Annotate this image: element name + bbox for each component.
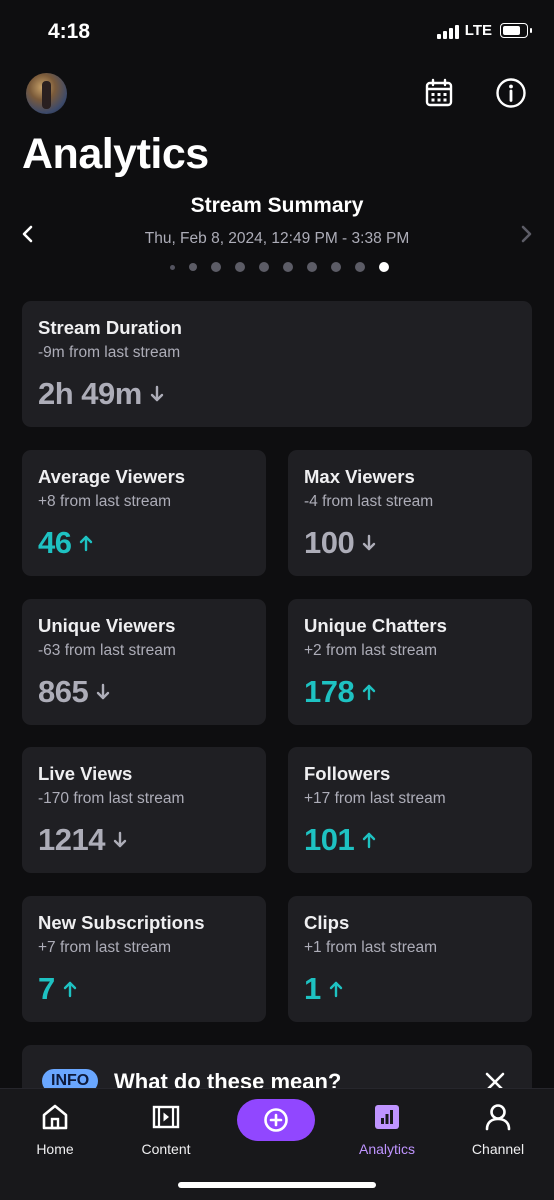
info-icon: [496, 78, 526, 108]
arrow-up-icon: [329, 980, 343, 998]
arrow-up-icon: [79, 534, 93, 552]
person-icon: [482, 1101, 514, 1133]
stat-label: Live Views: [38, 763, 133, 784]
battery-icon: [500, 23, 532, 38]
stat-label: Followers: [304, 763, 391, 784]
stat-label: Clips: [304, 912, 350, 933]
stat-card-max-viewers: Max Viewers -4 from last stream 100: [288, 450, 532, 576]
stat-change: +8 from last stream: [38, 493, 172, 510]
stat-value: 1: [304, 971, 321, 1006]
stat-label: Unique Chatters: [304, 615, 447, 636]
page-dot-active[interactable]: [378, 262, 389, 272]
page-dot[interactable]: [258, 262, 269, 272]
status-bar: 4:18 LTE: [0, 0, 554, 62]
page-dot[interactable]: [330, 262, 341, 272]
stat-value: 865: [38, 674, 89, 709]
arrow-up-icon: [362, 683, 376, 701]
stat-change: -170 from last stream: [38, 790, 185, 807]
arrow-down-icon: [113, 831, 127, 849]
avatar[interactable]: [26, 73, 67, 114]
page-indicator: [0, 262, 554, 272]
stat-value: 101: [304, 822, 355, 857]
summary-title: Stream Summary: [190, 194, 364, 217]
stat-value: 7: [38, 971, 55, 1006]
stat-change: +17 from last stream: [304, 790, 446, 807]
tab-channel[interactable]: Channel: [448, 1101, 548, 1157]
stat-label: Max Viewers: [304, 466, 415, 487]
create-button[interactable]: [237, 1099, 315, 1141]
stat-card-clips: Clips +1 from last stream 1: [288, 896, 532, 1022]
tab-label: Channel: [471, 1141, 525, 1157]
tab-home[interactable]: Home: [5, 1101, 105, 1157]
stat-change: +1 from last stream: [304, 939, 438, 956]
plus-circle-icon: [264, 1108, 288, 1132]
stat-label: Unique Viewers: [38, 615, 176, 636]
stat-change: -63 from last stream: [38, 642, 176, 659]
arrow-down-icon: [150, 385, 164, 403]
tab-analytics[interactable]: Analytics: [337, 1101, 437, 1157]
tab-label: Home: [36, 1141, 74, 1157]
bar-chart-icon: [371, 1101, 403, 1133]
stat-card-stream-duration: Stream Duration -9m from last stream 2h …: [22, 301, 532, 427]
page-dot[interactable]: [210, 262, 221, 272]
home-icon: [39, 1101, 71, 1133]
stat-value: 46: [38, 525, 72, 560]
stat-label: Stream Duration: [38, 317, 182, 338]
page-title: Analytics: [22, 130, 209, 178]
signal-icon: [436, 23, 459, 39]
stat-value: 100: [304, 525, 355, 560]
calendar-button[interactable]: [422, 76, 456, 110]
status-time: 4:18: [48, 20, 91, 43]
summary-date-range: Thu, Feb 8, 2024, 12:49 PM - 3:38 PM: [144, 230, 410, 247]
tab-label: Analytics: [358, 1141, 416, 1157]
stat-change: +2 from last stream: [304, 642, 438, 659]
tab-content[interactable]: Content: [116, 1101, 216, 1157]
stat-change: -9m from last stream: [38, 344, 181, 361]
page-dot[interactable]: [354, 262, 365, 272]
arrow-down-icon: [96, 683, 110, 701]
stat-card-average-viewers: Average Viewers +8 from last stream 46: [22, 450, 266, 576]
arrow-down-icon: [362, 534, 376, 552]
calendar-icon: [425, 78, 453, 107]
home-indicator[interactable]: [178, 1182, 376, 1188]
network-label: LTE: [464, 22, 492, 39]
stat-card-new-subscriptions: New Subscriptions +7 from last stream 7: [22, 896, 266, 1022]
film-icon: [150, 1101, 182, 1133]
arrow-up-icon: [63, 980, 77, 998]
stat-card-unique-viewers: Unique Viewers -63 from last stream 865: [22, 599, 266, 725]
stat-value: 1214: [38, 822, 105, 857]
stat-label: Average Viewers: [38, 466, 186, 487]
tab-label: Content: [141, 1141, 191, 1157]
stat-card-unique-chatters: Unique Chatters +2 from last stream 178: [288, 599, 532, 725]
stat-value: 178: [304, 674, 355, 709]
status-indicators: LTE: [436, 22, 532, 39]
page-dot[interactable]: [169, 264, 175, 270]
page-dot[interactable]: [234, 262, 245, 272]
page-dot[interactable]: [306, 262, 317, 272]
stat-change: +7 from last stream: [38, 939, 172, 956]
arrow-up-icon: [362, 831, 376, 849]
next-stream-button[interactable]: [516, 224, 536, 244]
chevron-right-icon: [521, 225, 532, 243]
previous-stream-button[interactable]: [18, 224, 38, 244]
stat-card-followers: Followers +17 from last stream 101: [288, 747, 532, 873]
stream-summary-header: Stream Summary Thu, Feb 8, 2024, 12:49 P…: [0, 194, 554, 248]
stat-label: New Subscriptions: [38, 912, 205, 933]
stat-card-live-views: Live Views -170 from last stream 1214: [22, 747, 266, 873]
chevron-left-icon: [22, 225, 33, 243]
stat-change: -4 from last stream: [304, 493, 434, 510]
info-button[interactable]: [494, 76, 528, 110]
page-dot[interactable]: [188, 263, 197, 271]
stat-value: 2h 49m: [38, 376, 142, 411]
page-dot[interactable]: [282, 262, 293, 272]
